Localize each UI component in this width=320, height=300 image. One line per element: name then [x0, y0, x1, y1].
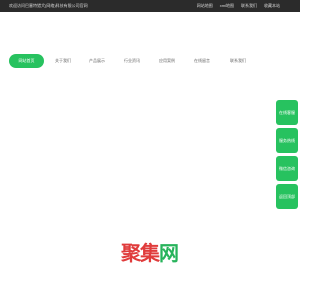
wechat-consult-button[interactable]: 微信咨询 [276, 156, 298, 181]
watermark-logo: 聚 集 网 [120, 241, 179, 265]
bookmark-site-link[interactable]: 收藏本站 [264, 0, 280, 12]
top-links: 网站地图 xml地图 联系我们 收藏本站 [197, 0, 280, 12]
watermark-char-2: 集 [139, 241, 161, 265]
nav-item-home[interactable]: 网站首页 [9, 54, 44, 68]
site-welcome-text: 欢迎访问巴塞特猎犬(网络)科技有限公司官网 [9, 3, 88, 8]
back-to-top-button[interactable]: 返回顶部 [276, 184, 298, 209]
contact-us-link[interactable]: 联系我们 [241, 0, 257, 12]
main-nav: 网站首页 关于我们 产品展示 行业资讯 应用案例 在线留言 联系我们 [0, 54, 300, 68]
nav-item-contact[interactable]: 联系我们 [225, 54, 251, 68]
floating-side-panel: 在线客服 服务热线 微信咨询 返回顶部 [276, 100, 298, 209]
nav-item-products[interactable]: 产品展示 [84, 54, 110, 68]
nav-item-news[interactable]: 行业资讯 [119, 54, 145, 68]
nav-item-message[interactable]: 在线留言 [189, 54, 215, 68]
nav-item-about[interactable]: 关于我们 [51, 54, 75, 68]
service-hotline-button[interactable]: 服务热线 [276, 128, 298, 153]
watermark-char-1: 聚 [120, 241, 142, 265]
watermark-char-3: 网 [159, 241, 179, 265]
sitemap-link[interactable]: 网站地图 [197, 0, 213, 12]
top-bar: 欢迎访问巴塞特猎犬(网络)科技有限公司官网 网站地图 xml地图 联系我们 收藏… [0, 0, 300, 12]
xml-sitemap-link[interactable]: xml地图 [220, 0, 234, 12]
online-service-button[interactable]: 在线客服 [276, 100, 298, 125]
nav-item-cases[interactable]: 应用案例 [154, 54, 180, 68]
